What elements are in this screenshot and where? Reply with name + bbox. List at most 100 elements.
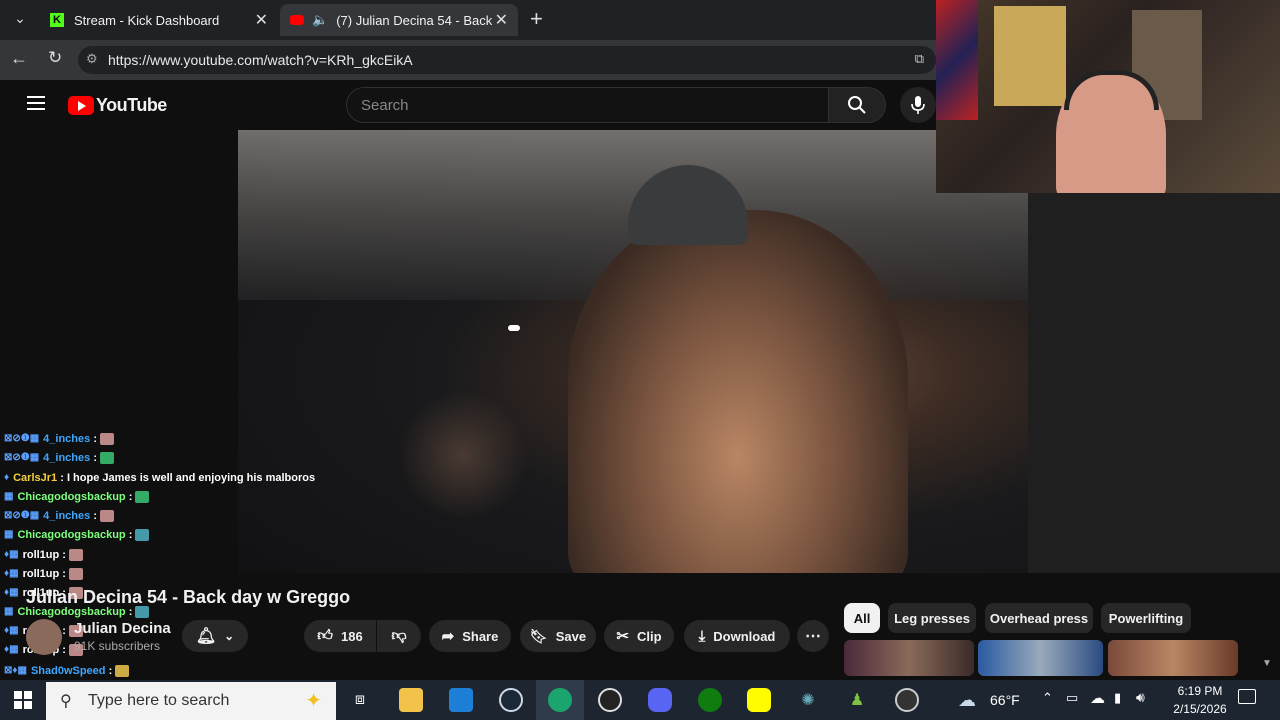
more-actions-button[interactable]: ⋯ [797,620,829,652]
new-tab-button[interactable]: + [530,6,543,32]
chevron-down-icon: ⌄ [224,629,235,643]
microphone-icon [911,96,925,114]
back-icon[interactable]: ← [10,48,28,69]
thumbs-down-icon: 👎︎ [391,627,407,644]
file-explorer-icon[interactable] [399,688,423,712]
video-player[interactable] [238,130,1028,573]
like-button[interactable]: 👍︎ 186 [304,620,376,652]
site-info-icon[interactable]: ⚙ [86,51,98,67]
youtube-logo[interactable]: YouTube [68,95,167,116]
scissors-icon: ✂ [616,628,629,645]
microsoft-store-icon[interactable] [449,688,473,712]
save-label: Save [555,628,587,644]
battery-icon[interactable]: ▮ [1114,690,1121,706]
windows-start-icon[interactable] [14,691,32,709]
chat-badges-icon: ⊠⊘❶▦ [4,510,40,521]
snapchat-icon[interactable] [747,688,771,712]
url-field[interactable]: ⚙ https://www.youtube.com/watch?v=KRh_gk… [78,46,936,74]
chat-badges-icon: ⊠♦▦ [4,665,27,676]
chat-message: ⊠♦▦ Shad0wSpeed : [4,662,130,679]
webcam-overlay [936,0,1280,193]
close-icon[interactable]: ✕ [255,10,268,30]
chat-user: Chicagodogsbackup [17,490,126,503]
obs-icon[interactable] [598,688,622,712]
edge-icon[interactable] [548,688,572,712]
chat-emote-icon [100,451,114,464]
share-icon: ➦ [441,628,455,645]
speaker-icon[interactable]: 🔈 [312,12,328,28]
tray-app-icon[interactable]: ▭ [1066,690,1078,706]
tray-overflow-icon[interactable]: ⌃ [1042,690,1053,706]
youtube-wordmark: YouTube [96,95,167,115]
chat-user: 4_inches [43,509,91,522]
chat-badges-icon: ♦▦ [4,568,19,579]
volume-icon[interactable]: 🔊︎ [1136,689,1145,706]
clip-button[interactable]: ✂ Clip [604,620,674,652]
steam-icon[interactable] [499,688,523,712]
tab-kick-dashboard[interactable]: K Stream - Kick Dashboard ✕ [40,4,278,36]
side-panel [1028,193,1280,573]
search-icon [848,96,866,114]
task-view-icon[interactable]: ⧈ [348,688,372,712]
translate-icon[interactable]: ⧉ [915,51,924,67]
weather-icon[interactable]: ☁ [958,690,976,711]
taskbar-search-input[interactable]: ⚲ Type here to search ✦ [46,682,336,720]
chat-badges-icon: ▦ [4,529,14,540]
chat-badges-icon: ⊠⊘❶▦ [4,433,40,444]
chat-text: I hope James is well and enjoying his ma… [66,471,316,484]
notification-bell-button[interactable]: 🔔︎ ⌄ [182,620,248,652]
chip-leg-presses[interactable]: Leg presses [888,603,976,633]
reload-icon[interactable]: ↻ [48,48,62,68]
search-input[interactable]: Search [346,87,829,123]
thumbs-up-icon: 👍︎ [317,627,333,644]
channel-name[interactable]: Julian Decina [74,620,171,637]
recommended-video-thumbnail[interactable] [978,640,1103,676]
chat-user: Chicagodogsbackup [17,528,126,541]
voice-search-button[interactable] [900,87,936,123]
close-icon[interactable]: ✕ [495,10,508,30]
hamburger-menu-icon[interactable] [27,96,45,110]
download-button[interactable]: ⤓ Download [684,620,790,652]
recording-app-icon[interactable] [895,688,919,712]
save-button[interactable]: 🔖︎ Save [520,620,596,652]
chat-badges-icon: ▦ [4,491,14,502]
chat-badges-icon: ▦ [4,606,14,617]
chat-message: ▦ Chicagodogsbackup : [4,488,150,505]
url-text: https://www.youtube.com/watch?v=KRh_gkcE… [108,52,413,68]
chat-message: ♦▦roll1up : [4,565,83,582]
search-button[interactable] [828,87,886,123]
discord-icon[interactable] [648,688,672,712]
chat-emote-icon [68,548,83,561]
tab-label: Stream - Kick Dashboard [74,12,220,28]
dislike-button[interactable]: 👎︎ [377,620,421,652]
clock-time[interactable]: 6:19 PM [1170,684,1230,698]
chip-powerlifting[interactable]: Powerlifting [1101,603,1191,633]
chat-badges-icon: ♦▦ [4,587,19,598]
video-light [508,325,520,331]
chat-badges-icon: ♦▦ [4,549,19,560]
download-label: Download [713,628,776,644]
onedrive-icon[interactable]: ☁ [1090,689,1105,707]
tab-list-dropdown[interactable]: ⌄ [10,10,30,30]
channel-avatar[interactable] [26,619,62,655]
chat-user: Shad0wSpeed [30,664,106,677]
recommended-video-thumbnail[interactable] [1108,640,1238,676]
clock-date[interactable]: 2/15/2026 [1164,702,1236,716]
chips-next-icon[interactable]: ▼ [1262,658,1272,669]
chip-all[interactable]: All [844,603,880,633]
chat-badges-icon: ♦▦ [4,625,19,636]
tab-youtube[interactable]: 🔈 (7) Julian Decina 54 - Back day ✕ [280,4,518,36]
bell-icon: 🔔︎ [195,628,217,645]
weather-temp[interactable]: 66°F [990,692,1020,708]
search-icon: ⚲ [60,693,72,710]
chess-icon[interactable]: ♟ [845,688,869,712]
xbox-icon[interactable] [698,688,722,712]
recommended-video-thumbnail[interactable] [844,640,974,676]
video-background-figures [398,390,528,520]
share-button[interactable]: ➦ Share [429,620,511,652]
chip-overhead-press[interactable]: Overhead press [985,603,1093,633]
notifications-icon[interactable] [1238,689,1256,704]
app-icon[interactable]: ✺ [796,688,820,712]
chat-badges-icon: ⊠⊘❶▦ [4,452,40,463]
share-label: Share [462,628,499,644]
